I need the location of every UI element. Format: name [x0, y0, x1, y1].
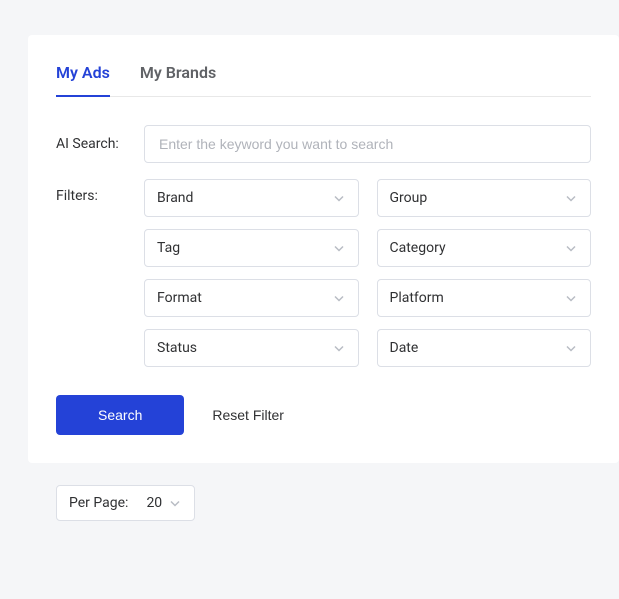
chevron-down-icon: [332, 191, 346, 205]
filter-label: Date: [390, 340, 419, 356]
per-page-label: Per Page:: [69, 495, 128, 511]
chevron-down-icon: [332, 341, 346, 355]
filter-category[interactable]: Category: [377, 229, 592, 267]
search-input[interactable]: [144, 125, 591, 163]
filter-label: Format: [157, 290, 202, 306]
chevron-down-icon: [564, 341, 578, 355]
search-label: AI Search:: [56, 136, 144, 152]
tabs: My Ads My Brands: [56, 63, 591, 97]
filter-platform[interactable]: Platform: [377, 279, 592, 317]
filter-group[interactable]: Group: [377, 179, 592, 217]
filter-format[interactable]: Format: [144, 279, 359, 317]
per-page-select[interactable]: Per Page: 20: [56, 485, 195, 521]
reset-filter-button[interactable]: Reset Filter: [212, 407, 284, 423]
search-button[interactable]: Search: [56, 395, 184, 435]
filter-tag[interactable]: Tag: [144, 229, 359, 267]
filter-card: My Ads My Brands AI Search: Filters: Bra…: [28, 35, 619, 463]
filters-row: Filters: Brand Group Tag Category Format: [56, 179, 591, 367]
chevron-down-icon: [564, 241, 578, 255]
filter-label: Brand: [157, 190, 193, 206]
search-row: AI Search:: [56, 125, 591, 163]
chevron-down-icon: [564, 191, 578, 205]
filter-label: Tag: [157, 240, 180, 256]
tab-my-brands[interactable]: My Brands: [140, 63, 216, 96]
filter-label: Group: [390, 190, 428, 206]
per-page-value: 20: [146, 495, 162, 511]
filters-label: Filters:: [56, 179, 144, 204]
filter-status[interactable]: Status: [144, 329, 359, 367]
chevron-down-icon: [564, 291, 578, 305]
buttons-row: Search Reset Filter: [56, 395, 591, 435]
chevron-down-icon: [332, 241, 346, 255]
chevron-down-icon: [168, 496, 182, 510]
filters-grid: Brand Group Tag Category Format Platform: [144, 179, 591, 367]
filter-brand[interactable]: Brand: [144, 179, 359, 217]
filter-label: Category: [390, 240, 446, 256]
filter-date[interactable]: Date: [377, 329, 592, 367]
filter-label: Platform: [390, 290, 444, 306]
chevron-down-icon: [332, 291, 346, 305]
tab-my-ads[interactable]: My Ads: [56, 63, 110, 96]
filter-label: Status: [157, 340, 197, 356]
